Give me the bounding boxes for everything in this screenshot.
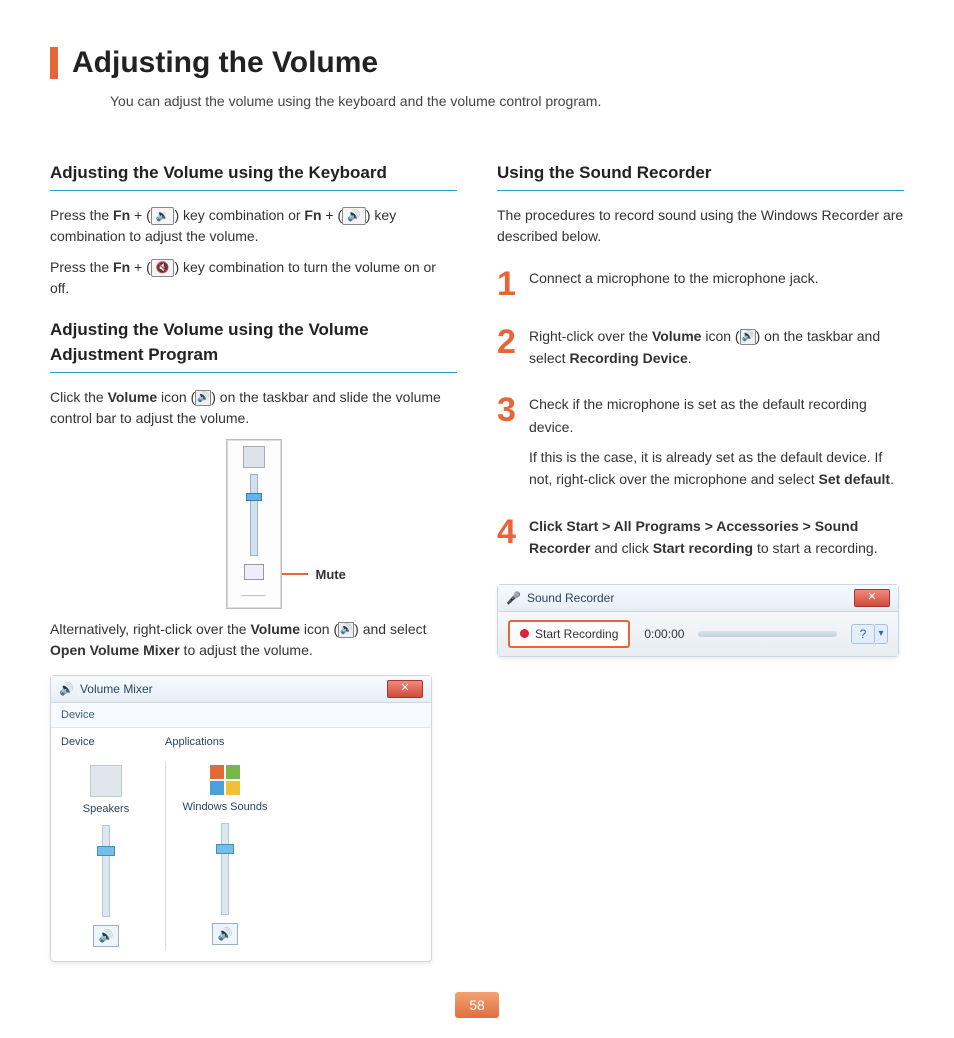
page-title-text: Adjusting the Volume [72,40,378,85]
page-number: 58 [50,992,904,1018]
help-button[interactable]: ? [851,624,875,644]
speakers-slider-thumb[interactable] [97,846,115,856]
step-3-text: Check if the microphone is set as the de… [529,393,904,491]
help-dropdown[interactable]: ▾ [875,624,888,644]
recorder-title-text: Sound Recorder [527,589,614,607]
step-number-4: 4 [497,515,519,560]
intro-text: You can adjust the volume using the keyb… [110,91,904,112]
mixer-winsounds-label: Windows Sounds [180,799,270,816]
close-button[interactable]: ✕ [854,589,890,607]
mixer-title-text: Volume Mixer [80,680,153,698]
left-column: Adjusting the Volume using the Keyboard … [50,142,457,962]
step-number-2: 2 [497,325,519,370]
mixer-speakers-label: Speakers [61,801,151,818]
volume-down-key-icon: 🔉 [151,207,175,226]
start-recording-label: Start Recording [535,625,618,643]
volume-popup: ——— [226,439,282,609]
heading-recorder: Using the Sound Recorder [497,160,904,191]
step-1: 1 Connect a microphone to the microphone… [497,267,904,301]
mixer-header-applications: Applications [165,734,224,751]
para-keycombo-2: Press the Fn + (🔇) key combination to tu… [50,257,457,299]
winsounds-slider-thumb[interactable] [216,844,234,854]
close-button[interactable]: ✕ [387,680,423,698]
speakers-mute-button[interactable]: 🔊 [93,925,119,947]
recording-time: 0:00:00 [644,625,684,643]
mixer-column-headers: Device Applications [51,728,431,751]
mixer-device-column: Speakers 🔊 [61,761,166,952]
step-2-text: Right-click over the Volume icon () on t… [529,325,904,370]
heading-program: Adjusting the Volume using the Volume Ad… [50,317,457,373]
volume-mixer-window: 🔊 Volume Mixer ✕ Device Device Applicati… [50,675,432,963]
volume-slider-thumb[interactable] [246,493,262,501]
winsounds-slider[interactable] [221,823,229,915]
speakers-slider[interactable] [102,825,110,917]
speaker-icon [195,390,211,406]
step-number-3: 3 [497,393,519,491]
para-click-volume: Click the Volume icon () on the taskbar … [50,387,457,429]
microphone-icon: 🎤 [506,589,521,607]
volume-slider[interactable] [250,474,258,556]
mixer-titlebar: 🔊 Volume Mixer ✕ [51,676,431,703]
para-rightclick-volume: Alternatively, right-click over the Volu… [50,619,457,661]
volume-popup-footer: ——— [231,590,277,602]
windows-logo-icon[interactable] [210,765,240,795]
mute-label: Mute [316,565,346,585]
recording-level-meter [698,631,837,637]
mute-callout-line [282,573,308,575]
record-dot-icon [520,629,529,638]
volume-device-icon [243,446,265,468]
para-keycombo-1: Press the Fn + (🔉) key combination or Fn… [50,205,457,247]
recorder-intro: The procedures to record sound using the… [497,205,904,247]
volume-up-key-icon: 🔊 [342,207,366,226]
speakers-icon[interactable] [90,765,122,797]
start-recording-button[interactable]: Start Recording [508,620,630,648]
sound-recorder-window: 🎤 Sound Recorder ✕ Start Recording 0:00:… [497,584,899,657]
step-4: 4 Click Start > All Programs > Accessori… [497,515,904,560]
heading-keyboard: Adjusting the Volume using the Keyboard [50,160,457,191]
step-2: 2 Right-click over the Volume icon () on… [497,325,904,370]
step-1-text: Connect a microphone to the microphone j… [529,267,904,301]
page-title: Adjusting the Volume [50,40,904,85]
mixer-header-device: Device [61,734,165,751]
mixer-app-column: Windows Sounds 🔊 [180,761,270,952]
recorder-titlebar: 🎤 Sound Recorder ✕ [498,585,898,612]
mute-key-icon: 🔇 [151,259,175,278]
winsounds-mute-button[interactable]: 🔊 [212,923,238,945]
speaker-icon [338,622,354,638]
page-number-badge: 58 [455,992,499,1018]
step-3: 3 Check if the microphone is set as the … [497,393,904,491]
mixer-device-tab[interactable]: Device [51,703,431,729]
speaker-icon [740,329,756,345]
right-column: Using the Sound Recorder The procedures … [497,142,904,962]
mixer-title-icon: 🔊 [59,680,74,698]
mute-button[interactable] [244,564,264,580]
step-number-1: 1 [497,267,519,301]
title-marker [50,47,58,79]
step-4-text: Click Start > All Programs > Accessories… [529,515,904,560]
